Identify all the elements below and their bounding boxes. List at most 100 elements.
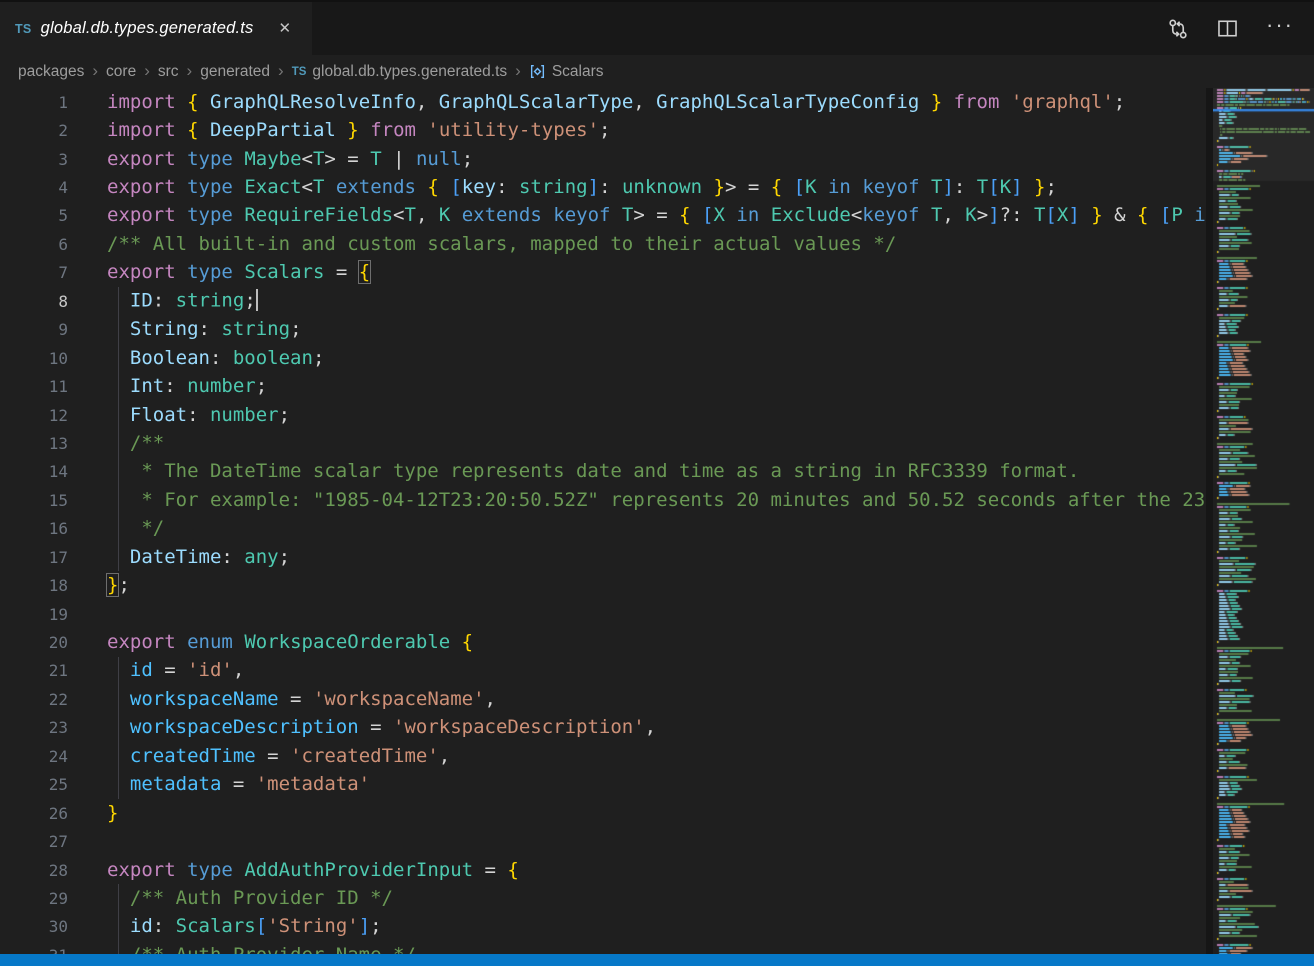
line-number: 26 [0,804,68,823]
indent-guide [118,401,119,429]
breadcrumb-label: core [106,63,136,81]
indent-guide [118,429,119,457]
breadcrumb-label: generated [200,63,270,81]
indent-guide [118,657,119,685]
tab-global-db-types-generated[interactable]: TS global.db.types.generated.ts ✕ [0,2,312,55]
breadcrumb-separator-icon: › [187,61,193,81]
code-text: workspaceName = 'workspaceName', [107,690,496,709]
line-number: 28 [0,861,68,880]
code-line[interactable]: 14 * The DateTime scalar type represents… [0,458,1206,486]
code-text: export type RequireFields<T, K extends k… [107,206,1206,225]
code-text: export type Scalars = { [107,263,370,282]
breadcrumb-label: Scalars [552,63,604,81]
breadcrumb-label: global.db.types.generated.ts [312,63,507,81]
code-line[interactable]: 5 export type RequireFields<T, K extends … [0,202,1206,230]
indent-guide [118,884,119,912]
code-text: import { DeepPartial } from 'utility-typ… [107,121,610,140]
status-bar [0,954,1314,966]
breadcrumb-item-generated[interactable]: generated [200,63,270,81]
code-text: createdTime = 'createdTime', [107,747,450,766]
code-line[interactable]: 16 */ [0,515,1206,543]
line-number: 18 [0,576,68,595]
close-tab-icon[interactable]: ✕ [279,21,292,36]
line-number: 10 [0,349,68,368]
code-line[interactable]: 12 Float: number; [0,401,1206,429]
breadcrumb-item-global-db-types-generated-ts[interactable]: TS global.db.types.generated.ts [292,63,507,81]
line-number: 29 [0,889,68,908]
code-text: import { GraphQLResolveInfo, GraphQLScal… [107,93,1125,112]
code-line[interactable]: 26} [0,799,1206,827]
line-number: 25 [0,775,68,794]
code-line[interactable]: 18}; [0,571,1206,599]
code-line[interactable]: 22 workspaceName = 'workspaceName', [0,685,1206,713]
code-line[interactable]: 3export type Maybe<T> = T | null; [0,145,1206,173]
line-number: 24 [0,747,68,766]
indent-guide [118,543,119,571]
code-line[interactable]: 21 id = 'id', [0,657,1206,685]
line-number: 8 [0,292,68,311]
code-line[interactable]: 25 metadata = 'metadata' [0,771,1206,799]
code-line[interactable]: 23 workspaceDescription = 'workspaceDesc… [0,714,1206,742]
line-number: 1 [0,93,68,112]
code-text: /** [107,434,164,453]
code-line[interactable]: 27 [0,827,1206,855]
code-line[interactable]: 30 id: Scalars['String']; [0,913,1206,941]
code-line[interactable]: 11 Int: number; [0,372,1206,400]
code-lines[interactable]: 1 import { GraphQLResolveInfo, GraphQLSca… [0,88,1206,954]
more-actions-icon[interactable]: ··· [1266,25,1294,33]
code-line[interactable]: 9 String: string; [0,316,1206,344]
code-text: }; [107,576,130,595]
text-cursor [256,289,258,311]
breadcrumb-separator-icon: › [515,61,521,81]
code-line[interactable]: 17 DateTime: any; [0,543,1206,571]
code-line[interactable]: 2import { DeepPartial } from 'utility-ty… [0,116,1206,144]
indent-guide [118,458,119,486]
code-line[interactable]: 4export type Exact<T extends { [key: str… [0,173,1206,201]
minimap[interactable] [1213,88,1314,954]
typescript-file-icon: TS [292,66,307,78]
indent-guide [118,771,119,799]
code-line[interactable]: 24 createdTime = 'createdTime', [0,742,1206,770]
code-line[interactable]: 8 ID: string; [0,287,1206,315]
code-line[interactable]: 20 export enum WorkspaceOrderable { [0,628,1206,656]
code-line[interactable]: 31 /** Auth Provider Name */ [0,941,1206,954]
code-text: * The DateTime scalar type represents da… [107,462,1079,481]
line-number: 20 [0,633,68,652]
split-editor-icon[interactable] [1217,18,1238,39]
scrollbar-gutter[interactable] [1206,88,1213,954]
indent-guide [118,742,119,770]
indent-guide [118,913,119,941]
indent-guide [118,941,119,954]
code-line[interactable]: 10 Boolean: boolean; [0,344,1206,372]
code-line[interactable]: 29 /** Auth Provider ID */ [0,884,1206,912]
code-text: /** Auth Provider Name */ [107,946,416,954]
breadcrumb-item-packages[interactable]: packages [18,63,84,81]
code-line[interactable]: 7export type Scalars = { [0,259,1206,287]
code-line[interactable]: 19 [0,600,1206,628]
breadcrumb-item-scalars[interactable]: Scalars [529,63,604,81]
typescript-file-icon: TS [15,22,32,36]
breadcrumb-label: packages [18,63,84,81]
code-line[interactable]: 1 import { GraphQLResolveInfo, GraphQLSca… [0,88,1206,116]
breadcrumb-item-src[interactable]: src [158,63,179,81]
breadcrumb-item-core[interactable]: core [106,63,136,81]
indent-guide [118,486,119,514]
code-line[interactable]: 28export type AddAuthProviderInput = { [0,856,1206,884]
compare-changes-icon[interactable] [1167,18,1189,40]
code-text: Boolean: boolean; [107,349,324,368]
editor-pane[interactable]: 1 import { GraphQLResolveInfo, GraphQLSca… [0,88,1314,954]
code-line[interactable]: 6/** All built-in and custom scalars, ma… [0,230,1206,258]
code-text: export enum WorkspaceOrderable { [107,633,473,652]
code-line[interactable]: 13 /** [0,429,1206,457]
line-number: 5 [0,206,68,225]
code-text: String: string; [107,320,302,339]
vscode-window: TS global.db.types.generated.ts ✕ [0,0,1314,966]
code-line[interactable]: 15 * For example: "1985-04-12T23:20:50.5… [0,486,1206,514]
code-text: /** Auth Provider ID */ [107,889,393,908]
code-text: Int: number; [107,377,267,396]
line-number: 17 [0,548,68,567]
editor-actions: ··· [1167,2,1314,55]
breadcrumb-separator-icon: › [278,61,284,81]
code-text: id = 'id', [107,661,244,680]
indent-guide [118,287,119,315]
